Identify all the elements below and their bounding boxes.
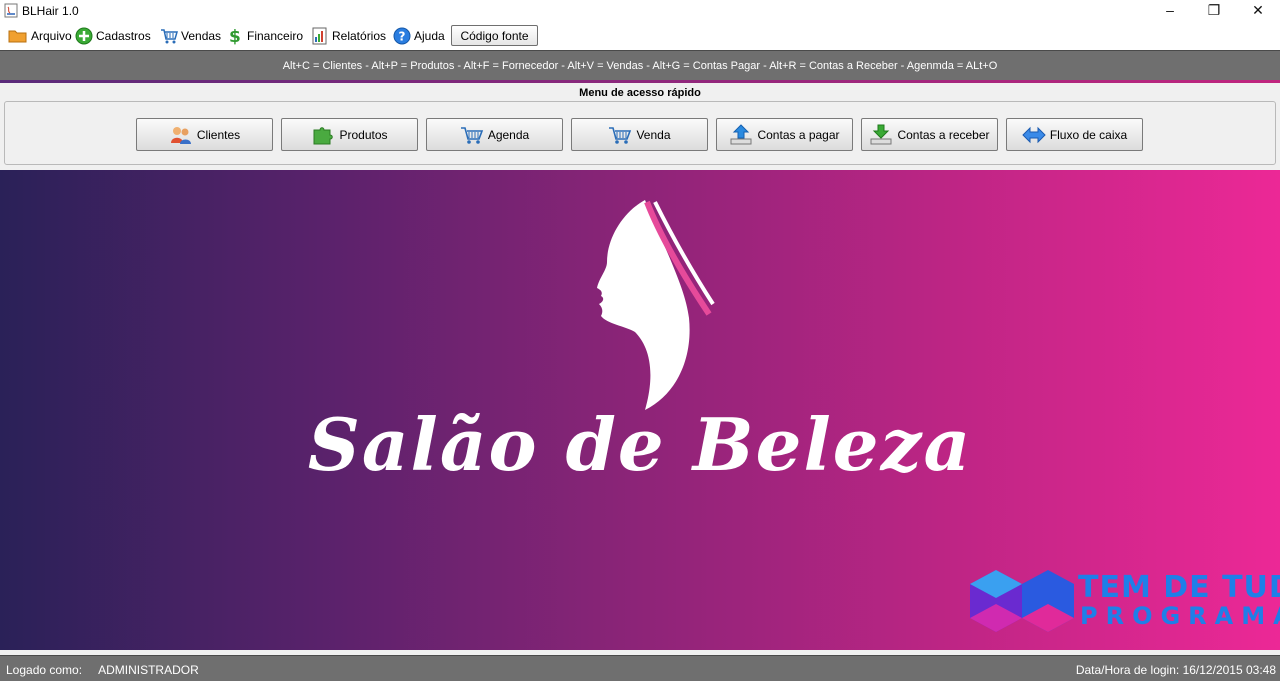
- agenda-button[interactable]: Agenda: [426, 118, 563, 151]
- quick-access-title: Menu de acesso rápido: [579, 87, 701, 99]
- clientes-button[interactable]: Clientes: [136, 118, 273, 151]
- close-button[interactable]: ✕: [1236, 0, 1280, 22]
- menu-vendas-label: Vendas: [181, 29, 222, 43]
- logged-user-info: Logado como: ADMINISTRADOR: [6, 663, 199, 677]
- svg-text:$: $: [229, 27, 241, 45]
- clientes-button-label: Clientes: [196, 127, 241, 142]
- upload-icon: [730, 123, 752, 144]
- login-label: Data/Hora de login:: [1075, 663, 1180, 677]
- contas-receber-button[interactable]: Contas a receber: [861, 118, 998, 151]
- window-title: BLHair 1.0: [22, 4, 79, 18]
- menu-cadastros-label: Cadastros: [96, 29, 151, 43]
- users-icon: [170, 126, 191, 144]
- menu-cadastros[interactable]: Cadastros: [75, 26, 151, 46]
- source-code-button[interactable]: Código fonte: [451, 25, 538, 46]
- title-bar: BLHair 1.0 – ❐ ✕: [0, 0, 1280, 22]
- logged-user: ADMINISTRADOR: [98, 663, 199, 677]
- login-time: 16/12/2015 03:48: [1182, 663, 1276, 677]
- woman-silhouette-logo: [597, 200, 715, 410]
- menu-relatorios-label: Relatórios: [332, 29, 387, 43]
- salon-banner: Salão de Beleza TEM DE TUDO PROGRAMAS: [0, 170, 1280, 650]
- produtos-button-label: Produtos: [339, 127, 388, 142]
- dollar-icon: $: [229, 27, 241, 45]
- menu-bar: Arquivo Cadastros Vendas $ Financeiro Re…: [0, 22, 1280, 50]
- accent-divider: [0, 80, 1280, 83]
- puzzle-icon: [313, 126, 334, 144]
- menu-vendas[interactable]: Vendas: [160, 26, 221, 46]
- menu-financeiro[interactable]: $ Financeiro: [228, 26, 303, 46]
- svg-text:?: ?: [399, 30, 406, 44]
- menu-relatorios[interactable]: Relatórios: [311, 26, 386, 46]
- venda-button-label: Venda: [636, 127, 671, 142]
- menu-financeiro-label: Financeiro: [247, 29, 304, 43]
- menu-ajuda-label: Ajuda: [414, 29, 445, 43]
- shortcut-text: Alt+C = Clientes - Alt+P = Produtos - Al…: [282, 60, 998, 72]
- fluxo-caixa-button[interactable]: Fluxo de caixa: [1006, 118, 1143, 151]
- report-icon: [312, 27, 327, 45]
- produtos-button[interactable]: Produtos: [281, 118, 418, 151]
- cart-icon: [161, 29, 178, 44]
- cart-icon: [460, 126, 483, 144]
- contas-receber-button-label: Contas a receber: [897, 127, 990, 142]
- minimize-button[interactable]: –: [1148, 0, 1192, 22]
- plus-circle-icon: [75, 27, 93, 45]
- watermark-line1: TEM DE TUDO: [1078, 570, 1280, 605]
- login-time-info: Data/Hora de login: 16/12/2015 03:48: [1076, 663, 1276, 677]
- watermark-line2: PROGRAMAS: [1080, 602, 1280, 630]
- help-icon: ?: [393, 27, 411, 45]
- brand-title: Salão de Beleza: [307, 402, 973, 487]
- menu-arquivo-label: Arquivo: [31, 29, 72, 43]
- venda-button[interactable]: Venda: [571, 118, 708, 151]
- watermark-cube-logo: [970, 570, 1074, 632]
- double-arrow-icon: [1022, 126, 1046, 143]
- fluxo-caixa-button-label: Fluxo de caixa: [1049, 127, 1128, 142]
- agenda-button-label: Agenda: [487, 127, 530, 142]
- download-icon: [870, 124, 892, 144]
- menu-ajuda[interactable]: ? Ajuda: [393, 26, 445, 46]
- status-bar: Logado como: ADMINISTRADOR Data/Hora de …: [0, 655, 1280, 681]
- restore-button[interactable]: ❐: [1192, 0, 1236, 22]
- contas-pagar-button-label: Contas a pagar: [757, 127, 840, 142]
- shortcut-bar: Alt+C = Clientes - Alt+P = Produtos - Al…: [0, 50, 1280, 82]
- java-app-icon: [4, 3, 18, 18]
- menu-arquivo[interactable]: Arquivo: [8, 26, 72, 46]
- logged-label: Logado como:: [6, 663, 83, 677]
- contas-pagar-button[interactable]: Contas a pagar: [716, 118, 853, 151]
- cart-icon: [609, 126, 632, 144]
- folder-icon: [8, 30, 27, 43]
